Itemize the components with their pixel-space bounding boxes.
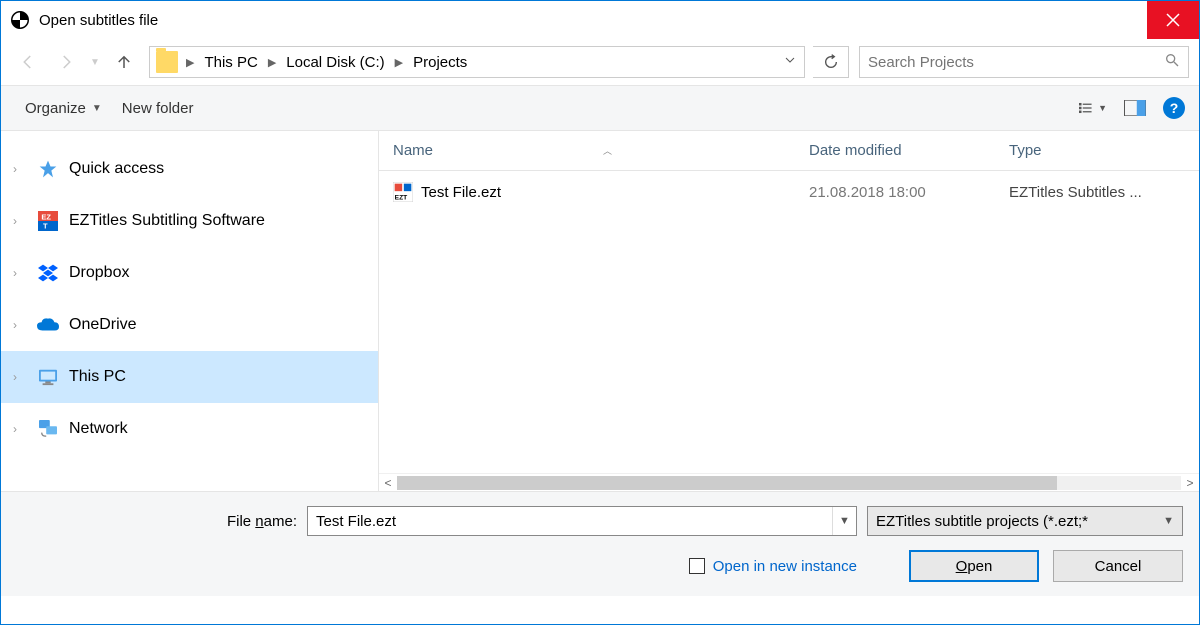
preview-pane-button[interactable] bbox=[1121, 94, 1149, 122]
refresh-icon bbox=[823, 54, 839, 70]
close-icon bbox=[1166, 13, 1180, 27]
filename-combobox[interactable]: ▼ bbox=[307, 506, 857, 536]
expand-icon[interactable]: › bbox=[13, 266, 27, 280]
filetype-filter[interactable]: EZTitles subtitle projects (*.ezt;* ▼ bbox=[867, 506, 1183, 536]
file-type: EZTitles Subtitles ... bbox=[1009, 184, 1199, 201]
help-icon: ? bbox=[1170, 100, 1179, 116]
sidebar-item-label: This PC bbox=[69, 368, 126, 386]
back-button[interactable] bbox=[11, 45, 45, 79]
breadcrumb-bar[interactable]: ▶ This PC ▶ Local Disk (C:) ▶ Projects bbox=[149, 46, 805, 78]
arrow-up-icon bbox=[115, 53, 133, 71]
details-view-icon bbox=[1079, 100, 1094, 116]
monitor-icon bbox=[37, 366, 59, 388]
sidebar-item-label: Dropbox bbox=[69, 264, 129, 282]
file-list-panel: Name ︿ Date modified Type EZT Test File.e… bbox=[379, 131, 1199, 491]
navigation-pane: › Quick access › EZT EZTitles Subtitling… bbox=[1, 131, 379, 491]
titlebar: Open subtitles file bbox=[1, 1, 1199, 39]
sidebar-item-label: OneDrive bbox=[69, 316, 137, 334]
breadcrumb-dropdown[interactable] bbox=[776, 53, 804, 71]
search-input[interactable] bbox=[868, 54, 1164, 71]
view-options-button[interactable]: ▼ bbox=[1079, 94, 1107, 122]
chevron-down-icon: ▼ bbox=[92, 103, 102, 114]
svg-text:EZ: EZ bbox=[41, 212, 51, 221]
file-name: Test File.ezt bbox=[421, 184, 501, 201]
sidebar-item-label: Network bbox=[69, 420, 128, 438]
forward-button[interactable] bbox=[49, 45, 83, 79]
recent-dropdown[interactable]: ▼ bbox=[87, 45, 103, 79]
column-headers: Name ︿ Date modified Type bbox=[379, 131, 1199, 171]
chevron-right-icon: ▶ bbox=[393, 56, 405, 69]
command-toolbar: Organize ▼ New folder ▼ ? bbox=[1, 85, 1199, 131]
sort-indicator-icon: ︿ bbox=[603, 144, 612, 157]
filter-label: EZTitles subtitle projects (*.ezt;* bbox=[876, 513, 1088, 530]
dropbox-icon bbox=[37, 262, 59, 284]
svg-text:T: T bbox=[43, 222, 48, 231]
file-row[interactable]: EZT Test File.ezt 21.08.2018 18:00 EZTit… bbox=[379, 171, 1199, 213]
sidebar-item-label: EZTitles Subtitling Software bbox=[69, 212, 265, 230]
cancel-button[interactable]: Cancel bbox=[1053, 550, 1183, 582]
arrow-right-icon bbox=[57, 53, 75, 71]
new-folder-button[interactable]: New folder bbox=[112, 94, 204, 123]
sidebar-item-dropbox[interactable]: › Dropbox bbox=[1, 247, 378, 299]
eztitles-icon: EZT bbox=[37, 210, 59, 232]
network-icon bbox=[37, 418, 59, 440]
expand-icon[interactable]: › bbox=[13, 370, 27, 384]
app-icon bbox=[11, 11, 29, 29]
column-date[interactable]: Date modified bbox=[809, 142, 1009, 159]
svg-text:EZT: EZT bbox=[395, 195, 408, 202]
sidebar-item-quick-access[interactable]: › Quick access bbox=[1, 143, 378, 195]
ezt-file-icon: EZT bbox=[393, 182, 413, 202]
column-name[interactable]: Name bbox=[393, 142, 433, 159]
window-title: Open subtitles file bbox=[39, 12, 158, 29]
chevron-down-icon: ▼ bbox=[839, 515, 850, 527]
sidebar-item-onedrive[interactable]: › OneDrive bbox=[1, 299, 378, 351]
chevron-down-icon: ▼ bbox=[1098, 103, 1107, 113]
filename-input[interactable] bbox=[308, 513, 832, 530]
filename-label: File name: bbox=[17, 513, 297, 530]
sidebar-item-eztitles[interactable]: › EZT EZTitles Subtitling Software bbox=[1, 195, 378, 247]
expand-icon[interactable]: › bbox=[13, 162, 27, 176]
close-button[interactable] bbox=[1147, 1, 1199, 39]
chevron-down-icon bbox=[784, 54, 796, 66]
onedrive-icon bbox=[37, 314, 59, 336]
chevron-right-icon: ▶ bbox=[184, 56, 196, 69]
filename-dropdown[interactable]: ▼ bbox=[832, 507, 856, 535]
organize-button[interactable]: Organize ▼ bbox=[15, 94, 112, 123]
scroll-right-icon[interactable]: > bbox=[1181, 476, 1199, 490]
star-icon bbox=[37, 158, 59, 180]
expand-icon[interactable]: › bbox=[13, 318, 27, 332]
open-button[interactable]: Open bbox=[909, 550, 1039, 582]
search-icon bbox=[1164, 52, 1180, 73]
help-button[interactable]: ? bbox=[1163, 97, 1185, 119]
sidebar-item-this-pc[interactable]: › This PC bbox=[1, 351, 378, 403]
checkbox-icon bbox=[689, 558, 705, 574]
folder-icon bbox=[156, 51, 178, 73]
chevron-down-icon: ▼ bbox=[1163, 515, 1174, 527]
column-type[interactable]: Type bbox=[1009, 142, 1199, 159]
open-new-instance-checkbox[interactable]: Open in new instance bbox=[689, 558, 857, 575]
breadcrumb-local-disk[interactable]: Local Disk (C:) bbox=[278, 54, 392, 71]
file-date: 21.08.2018 18:00 bbox=[809, 184, 1009, 201]
arrow-left-icon bbox=[19, 53, 37, 71]
horizontal-scrollbar[interactable]: < > bbox=[379, 473, 1199, 491]
dialog-footer: File name: ▼ EZTitles subtitle projects … bbox=[1, 491, 1199, 596]
chevron-right-icon: ▶ bbox=[266, 56, 278, 69]
breadcrumb-this-pc[interactable]: This PC bbox=[196, 54, 265, 71]
organize-label: Organize bbox=[25, 100, 86, 117]
up-button[interactable] bbox=[107, 45, 141, 79]
expand-icon[interactable]: › bbox=[13, 422, 27, 436]
sidebar-item-network[interactable]: › Network bbox=[1, 403, 378, 455]
checkbox-label: Open in new instance bbox=[713, 558, 857, 575]
sidebar-item-label: Quick access bbox=[69, 160, 164, 178]
scroll-thumb[interactable] bbox=[397, 476, 1057, 490]
search-box[interactable] bbox=[859, 46, 1189, 78]
breadcrumb-projects[interactable]: Projects bbox=[405, 54, 475, 71]
scroll-left-icon[interactable]: < bbox=[379, 476, 397, 490]
refresh-button[interactable] bbox=[813, 46, 849, 78]
expand-icon[interactable]: › bbox=[13, 214, 27, 228]
scroll-track[interactable] bbox=[397, 476, 1181, 490]
nav-toolbar: ▼ ▶ This PC ▶ Local Disk (C:) ▶ Projects bbox=[1, 39, 1199, 85]
preview-pane-icon bbox=[1124, 100, 1146, 116]
